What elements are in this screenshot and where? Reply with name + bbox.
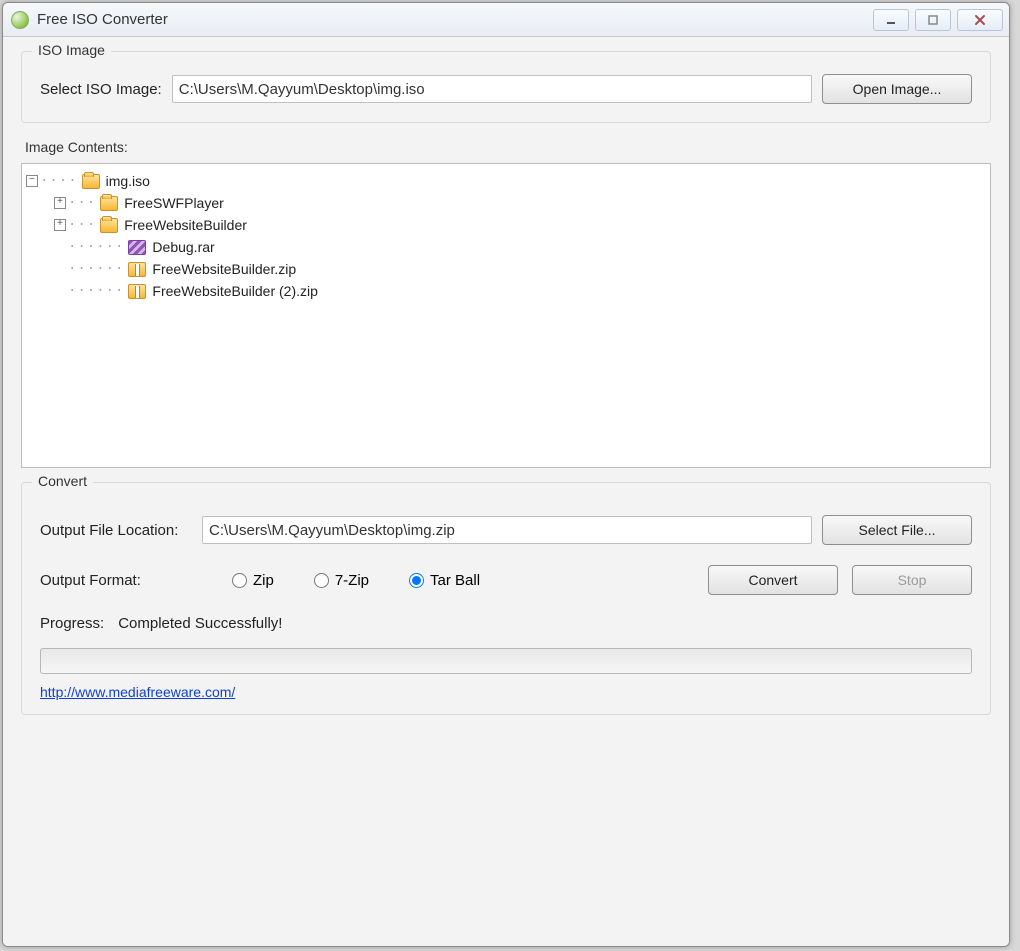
format-tarball-option[interactable]: Tar Ball xyxy=(409,572,480,589)
output-location-label: Output File Location: xyxy=(40,522,192,539)
app-icon xyxy=(11,11,29,29)
tree-connector: ··· xyxy=(68,217,96,233)
output-path-input[interactable] xyxy=(202,516,812,544)
minimize-button[interactable] xyxy=(873,9,909,31)
expand-icon[interactable]: + xyxy=(54,219,66,231)
stop-button[interactable]: Stop xyxy=(852,565,972,595)
format-7zip-option[interactable]: 7-Zip xyxy=(314,572,369,589)
tree-node[interactable]: ······ FreeWebsiteBuilder.zip xyxy=(26,258,986,280)
progress-status: Completed Successfully! xyxy=(118,615,282,632)
tree-root[interactable]: − ···· img.iso xyxy=(26,170,986,192)
app-window: Free ISO Converter ISO Image Select ISO … xyxy=(2,2,1010,947)
select-iso-label: Select ISO Image: xyxy=(40,81,162,98)
tree-connector: ······ xyxy=(68,261,124,277)
format-zip-option[interactable]: Zip xyxy=(232,572,274,589)
tarball-radio-label: Tar Ball xyxy=(430,572,480,589)
convert-button[interactable]: Convert xyxy=(708,565,838,595)
tree-root-label: img.iso xyxy=(106,173,150,189)
open-image-button[interactable]: Open Image... xyxy=(822,74,972,104)
7zip-radio[interactable] xyxy=(314,573,329,588)
expand-icon[interactable]: + xyxy=(54,197,66,209)
zip-icon xyxy=(128,284,146,299)
window-title: Free ISO Converter xyxy=(37,11,168,28)
tree-connector: ···· xyxy=(40,173,78,189)
tree-node[interactable]: ······ Debug.rar xyxy=(26,236,986,258)
collapse-icon[interactable]: − xyxy=(26,175,38,187)
tree-connector: ······ xyxy=(68,283,124,299)
zip-radio-label: Zip xyxy=(253,572,274,589)
tree-node-label: Debug.rar xyxy=(152,239,214,255)
content-area: ISO Image Select ISO Image: Open Image..… xyxy=(3,37,1009,946)
progress-label: Progress: xyxy=(40,615,104,632)
tree-node-label: FreeWebsiteBuilder (2).zip xyxy=(152,283,317,299)
tree-node-label: FreeWebsiteBuilder.zip xyxy=(152,261,296,277)
image-contents-label: Image Contents: xyxy=(25,139,991,155)
titlebar: Free ISO Converter xyxy=(3,3,1009,37)
zip-radio[interactable] xyxy=(232,573,247,588)
tree-connector: ······ xyxy=(68,239,124,255)
folder-icon xyxy=(100,218,118,233)
zip-icon xyxy=(128,262,146,277)
website-link[interactable]: http://www.mediafreeware.com/ xyxy=(40,684,235,700)
tree-node[interactable]: ······ FreeWebsiteBuilder (2).zip xyxy=(26,280,986,302)
tree-node-label: FreeWebsiteBuilder xyxy=(124,217,247,233)
image-contents-tree[interactable]: − ···· img.iso + ··· FreeSWFPlayer + ···… xyxy=(21,163,991,468)
folder-icon xyxy=(82,174,100,189)
window-controls xyxy=(873,9,1009,31)
progress-bar xyxy=(40,648,972,674)
rar-icon xyxy=(128,240,146,255)
output-format-label: Output Format: xyxy=(40,572,192,589)
maximize-button[interactable] xyxy=(915,9,951,31)
tree-node-label: FreeSWFPlayer xyxy=(124,195,224,211)
convert-legend: Convert xyxy=(32,473,93,489)
iso-path-input[interactable] xyxy=(172,75,812,103)
folder-icon xyxy=(100,196,118,211)
tree-connector: ··· xyxy=(68,195,96,211)
iso-image-group: ISO Image Select ISO Image: Open Image..… xyxy=(21,51,991,123)
tree-node[interactable]: + ··· FreeWebsiteBuilder xyxy=(26,214,986,236)
iso-image-legend: ISO Image xyxy=(32,42,111,58)
close-button[interactable] xyxy=(957,9,1003,31)
select-file-button[interactable]: Select File... xyxy=(822,515,972,545)
convert-group: Convert Output File Location: Select Fil… xyxy=(21,482,991,715)
tarball-radio[interactable] xyxy=(409,573,424,588)
7zip-radio-label: 7-Zip xyxy=(335,572,369,589)
tree-node[interactable]: + ··· FreeSWFPlayer xyxy=(26,192,986,214)
